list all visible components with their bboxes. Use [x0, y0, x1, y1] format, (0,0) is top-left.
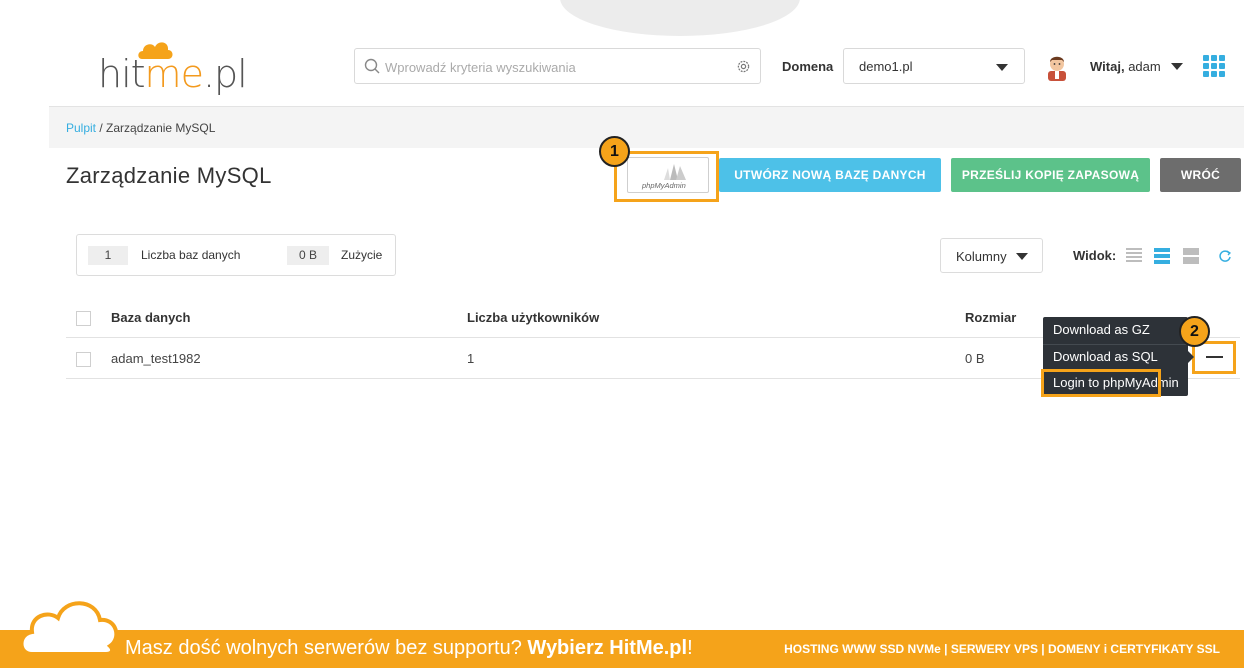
columns-select-label: Kolumny	[956, 249, 1007, 264]
domain-select-value: demo1.pl	[859, 59, 913, 74]
stats-box: 1 Liczba baz danych 0 B Zużycie	[76, 234, 396, 276]
user-greeting[interactable]: Witaj, adam	[1090, 59, 1161, 74]
create-database-button[interactable]: UTWÓRZ NOWĄ BAZĘ DANYCH	[719, 158, 941, 192]
apps-grid-icon[interactable]	[1203, 55, 1225, 77]
user-menu-chevron-icon[interactable]	[1171, 63, 1183, 70]
cell-database: adam_test1982	[111, 351, 201, 366]
chevron-down-icon	[1016, 253, 1028, 260]
chevron-down-icon	[996, 64, 1008, 71]
highlight-login-phpmyadmin	[1041, 369, 1161, 397]
columns-select[interactable]: Kolumny	[940, 238, 1043, 273]
download-sql-item[interactable]: Download as SQL	[1053, 349, 1158, 364]
gear-icon[interactable]	[735, 58, 752, 75]
highlight-phpmyadmin	[614, 151, 719, 202]
search-box	[354, 48, 761, 84]
breadcrumb-current: Zarządzanie MySQL	[106, 121, 216, 135]
select-all-checkbox[interactable]	[76, 311, 91, 326]
view-normal-icon[interactable]	[1154, 248, 1170, 264]
cell-users: 1	[467, 351, 475, 366]
cell-size: 0 B	[965, 351, 985, 366]
download-gz-item[interactable]: Download as GZ	[1053, 322, 1150, 337]
usage-label: Zużycie	[341, 248, 383, 262]
db-count-label: Liczba baz danych	[141, 248, 241, 262]
minus-icon	[1206, 356, 1223, 358]
step-badge-2: 2	[1179, 316, 1210, 347]
footer-message: Masz dość wolnych serwerów bez supportu?…	[125, 637, 693, 659]
back-button[interactable]: WRÓĆ	[1160, 158, 1241, 192]
footer-links: HOSTING WWW SSD NVMe | SERWERY VPS | DOM…	[784, 642, 1220, 656]
view-compact-icon[interactable]	[1126, 248, 1142, 264]
user-avatar-icon[interactable]	[1045, 53, 1069, 81]
usage-value: 0 B	[287, 246, 329, 265]
column-header-size[interactable]: Rozmiar	[965, 310, 1016, 325]
header: hitme.pl Domena demo1.pl Wit	[0, 0, 1244, 106]
column-header-database[interactable]: Baza danych	[111, 310, 190, 325]
dropdown-divider	[1043, 344, 1188, 345]
logo-text: hitme.pl	[98, 52, 248, 96]
row-checkbox[interactable]	[76, 352, 91, 367]
search-icon	[364, 58, 380, 74]
domain-select[interactable]: demo1.pl	[843, 48, 1025, 84]
column-header-users[interactable]: Liczba użytkowników	[467, 310, 599, 325]
cloud-icon	[19, 601, 119, 656]
db-count-value: 1	[88, 246, 128, 265]
logo[interactable]: hitme.pl	[98, 38, 248, 98]
breadcrumb: Pulpit / Zarządzanie MySQL	[49, 106, 1244, 148]
refresh-icon[interactable]	[1218, 249, 1232, 263]
step-badge-1: 1	[599, 136, 630, 167]
page-title: Zarządzanie MySQL	[66, 163, 272, 188]
view-label: Widok:	[1073, 248, 1117, 263]
search-input[interactable]	[385, 55, 725, 79]
page: hitme.pl Domena demo1.pl Wit	[0, 0, 1244, 668]
view-large-icon[interactable]	[1183, 248, 1199, 264]
upload-backup-button[interactable]: PRZEŚLIJ KOPIĘ ZAPASOWĄ	[951, 158, 1150, 192]
breadcrumb-home-link[interactable]: Pulpit	[66, 121, 96, 135]
domain-label: Domena	[782, 59, 834, 74]
